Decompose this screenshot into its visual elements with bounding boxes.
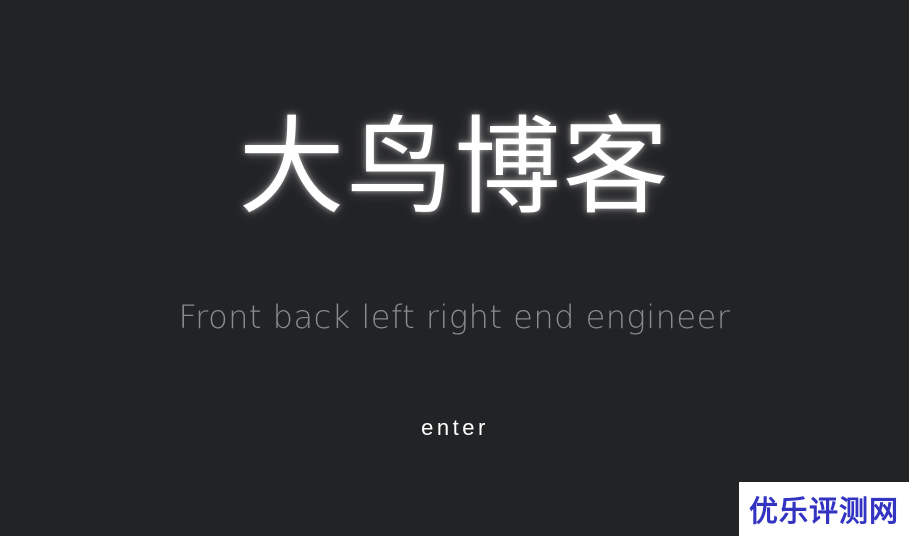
- site-tagline: Front back left right end engineer: [178, 298, 731, 336]
- watermark-badge: 优乐评测网: [739, 482, 909, 536]
- landing-page: 大鸟博客 Front back left right end engineer …: [0, 0, 909, 536]
- enter-link[interactable]: enter: [404, 414, 506, 442]
- watermark-text: 优乐评测网: [748, 494, 899, 528]
- site-title: 大鸟博客: [238, 106, 671, 229]
